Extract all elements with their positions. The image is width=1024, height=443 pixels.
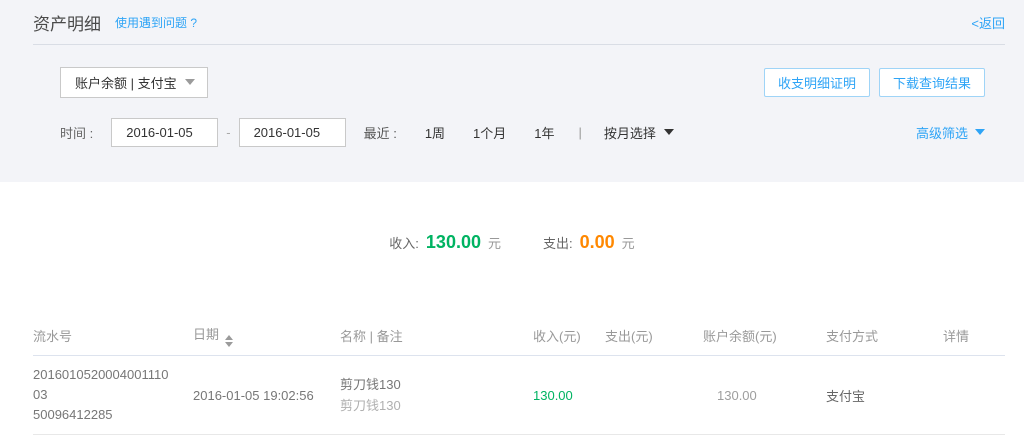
chevron-down-icon <box>664 129 674 135</box>
quick-range-1month[interactable]: 1个月 <box>473 123 506 142</box>
quick-range-1year[interactable]: 1年 <box>534 123 554 142</box>
month-select-dropdown[interactable]: 按月选择 <box>604 123 674 142</box>
cell-payment-method: 支付宝 <box>826 386 943 405</box>
cell-date: 2016-01-05 19:02:56 <box>193 388 340 403</box>
results-area: 收入: 130.00 元 支出: 0.00 元 流水号 日期 名称 | 备注 收… <box>0 182 1024 435</box>
date-to-input[interactable] <box>239 118 346 147</box>
filter-panel: 资产明细 使用遇到问题 ? <返回 账户余额 | 支付宝 收支明细证明 下载查询… <box>0 0 1024 182</box>
income-expense-proof-button[interactable]: 收支明细证明 <box>764 68 870 97</box>
balance-amount: 130.00 <box>703 388 757 403</box>
quick-range-1week[interactable]: 1周 <box>425 123 445 142</box>
sort-icon[interactable] <box>225 335 233 347</box>
time-filter-row: 时间 : - 最近 : 1周 1个月 1年 | 按月选择 高级筛选 <box>60 117 985 147</box>
chevron-down-icon <box>975 129 985 135</box>
advanced-filter-dropdown[interactable]: 高级筛选 <box>916 123 985 142</box>
account-filter-row: 账户余额 | 支付宝 收支明细证明 下载查询结果 <box>60 67 985 97</box>
help-link[interactable]: 使用遇到问题 ? <box>115 14 197 31</box>
cell-name-remark: 剪刀钱130 剪刀钱130 <box>340 374 525 416</box>
header-expense: 支出(元) <box>605 326 703 345</box>
account-type-dropdown[interactable]: 账户余额 | 支付宝 <box>60 67 208 98</box>
serial-line2: 50096412285 <box>33 405 169 425</box>
action-buttons: 收支明细证明 下载查询结果 <box>755 68 985 97</box>
month-select-label: 按月选择 <box>604 123 656 142</box>
header-balance: 账户余额(元) <box>703 326 826 345</box>
summary-bar: 收入: 130.00 元 支出: 0.00 元 <box>0 182 1024 253</box>
income-total: 130.00 <box>426 232 481 253</box>
header-date: 日期 <box>193 324 340 347</box>
recent-label: 最近 : <box>364 123 397 142</box>
date-separator: - <box>226 125 230 140</box>
back-link[interactable]: <返回 <box>971 13 1005 32</box>
transaction-name: 剪刀钱130 <box>340 374 525 395</box>
vertical-divider: | <box>579 125 582 140</box>
download-results-button[interactable]: 下载查询结果 <box>879 68 985 97</box>
date-from-input[interactable] <box>111 118 218 147</box>
time-label: 时间 : <box>60 123 93 142</box>
serial-line1: 201601052000400111003 <box>33 365 169 405</box>
header-payment-method: 支付方式 <box>826 326 943 345</box>
expense-label: 支出: <box>543 233 573 252</box>
transaction-remark: 剪刀钱130 <box>340 395 525 416</box>
cell-serial: 201601052000400111003 50096412285 <box>33 365 193 425</box>
table-row: 201601052000400111003 50096412285 2016-0… <box>33 356 1005 435</box>
page-title: 资产明细 <box>33 10 101 35</box>
income-label: 收入: <box>389 233 419 252</box>
header-detail: 详情 <box>943 326 1005 345</box>
table-header-row: 流水号 日期 名称 | 备注 收入(元) 支出(元) 账户余额(元) 支付方式 … <box>33 315 1005 356</box>
income-amount: 130.00 <box>533 388 573 403</box>
cell-balance: 130.00 <box>703 388 826 403</box>
header-serial: 流水号 <box>33 326 193 345</box>
header-income: 收入(元) <box>525 326 605 345</box>
advanced-filter-label: 高级筛选 <box>916 123 968 142</box>
expense-total: 0.00 <box>580 232 615 253</box>
page-header: 资产明细 使用遇到问题 ? <返回 <box>33 0 1005 45</box>
chevron-down-icon <box>185 79 195 85</box>
expense-unit: 元 <box>622 233 635 252</box>
transactions-table: 流水号 日期 名称 | 备注 收入(元) 支出(元) 账户余额(元) 支付方式 … <box>33 315 1005 435</box>
income-unit: 元 <box>488 233 501 252</box>
header-name-remark: 名称 | 备注 <box>340 326 525 345</box>
header-date-label: 日期 <box>193 327 219 342</box>
cell-income: 130.00 <box>525 388 605 403</box>
account-type-value: 账户余额 | 支付宝 <box>75 73 177 92</box>
